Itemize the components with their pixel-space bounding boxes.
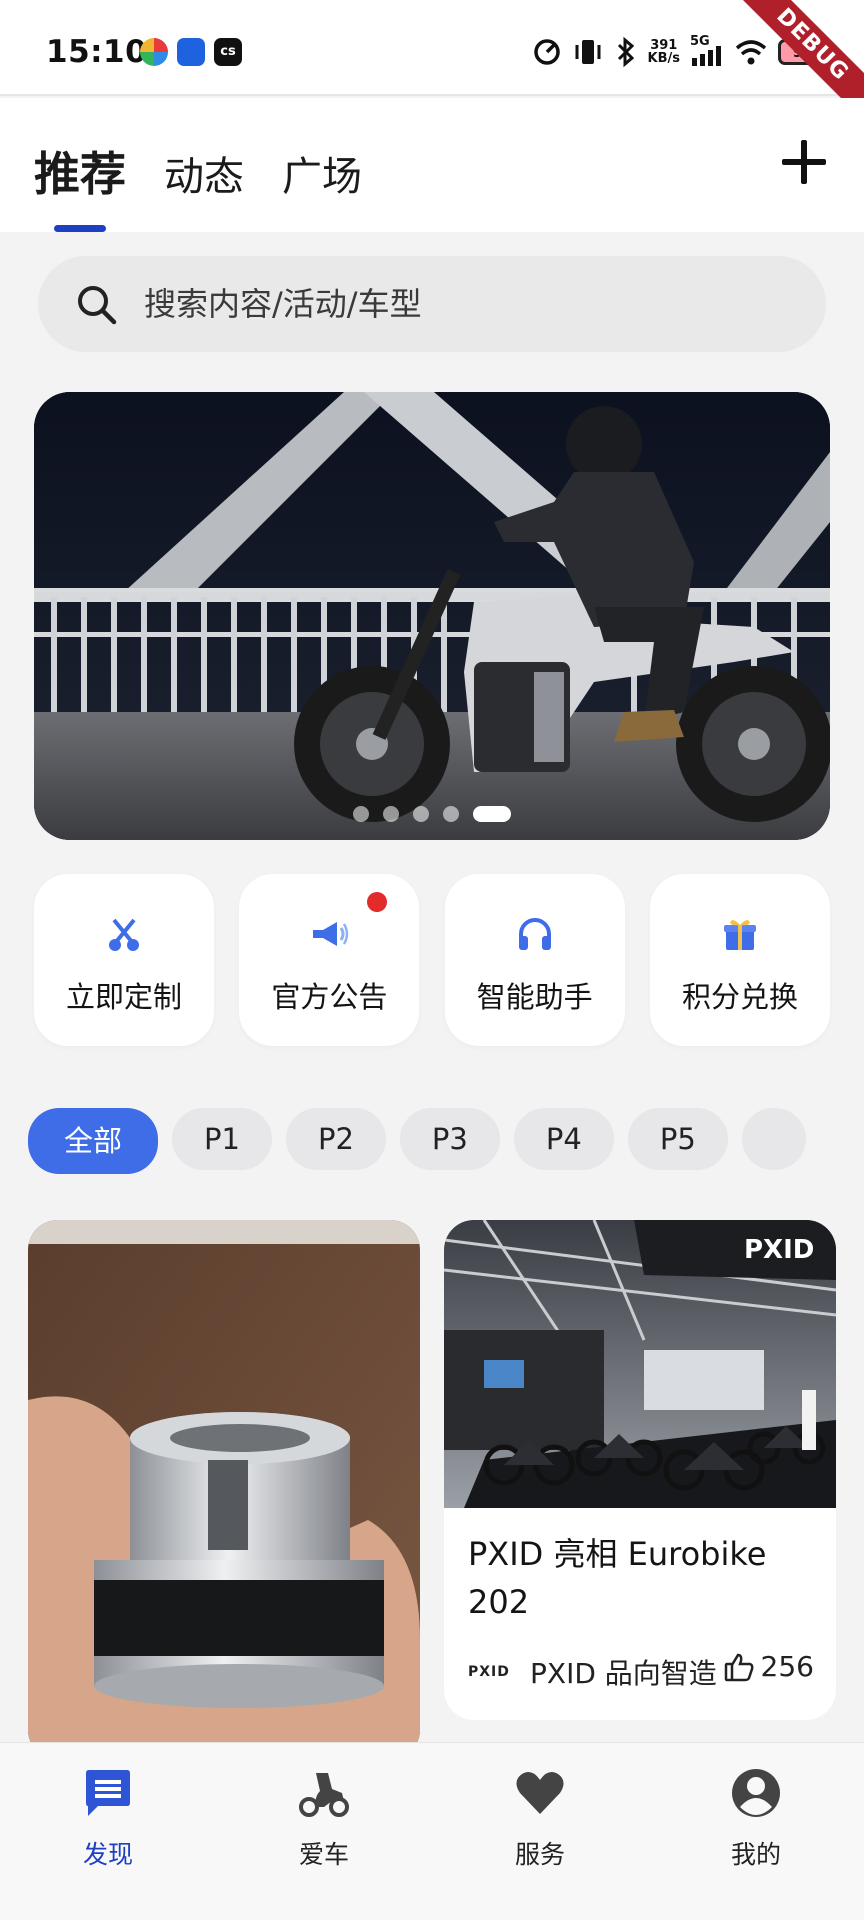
assistant-button[interactable]: 智能助手 [444,874,625,1046]
discover-icon [86,1770,130,1816]
assistant-label: 智能助手 [476,980,593,1014]
author-logo: PXID [468,1664,510,1680]
chip-more[interactable] [741,1108,806,1170]
tab-recommend[interactable]: 推荐 [34,138,126,232]
feed-card[interactable]: PXID PXID 亮相 Eurobike 202 PXID PXID 品向智造… [444,1220,836,1720]
banner-dot[interactable] [413,806,429,822]
top-header: 推荐 动态 广场 [0,98,864,232]
announcement-label: 官方公告 [271,980,388,1014]
scooter-icon [299,1773,349,1817]
gift-icon [723,919,756,950]
nav-my-vehicle[interactable]: 爱车 [216,1743,432,1920]
filter-chips: 全部 P1 P2 P3 P4 P5 [28,1108,836,1174]
tab-square[interactable]: 广场 [282,144,362,202]
customize-label: 立即定制 [65,980,182,1014]
customize-button[interactable]: 立即定制 [34,874,214,1046]
points-redeem-label: 积分兑换 [681,980,798,1014]
status-app-icons: cs [140,38,242,66]
notification-badge [367,892,388,912]
chip-p4[interactable]: P4 [513,1108,614,1170]
bluetooth-icon [617,36,634,68]
points-redeem-button[interactable]: 积分兑换 [649,874,830,1046]
speedometer-icon [533,39,560,65]
svg-text:PXID: PXID [744,1235,814,1265]
status-bar: 15:10 cs 391 KB/s 5G 95 DEBUG [0,0,864,135]
nav-profile-label: 我的 [730,1840,781,1869]
feed-card-author[interactable]: PXID PXID 品向智造 [468,1652,717,1692]
search-input[interactable] [144,256,784,352]
nav-service-label: 服务 [514,1840,565,1869]
chip-p5[interactable]: P5 [627,1108,728,1170]
search-bar[interactable] [38,256,826,352]
thumbs-up-icon [724,1653,754,1681]
signal-icon: 5G [690,34,724,68]
quick-actions: 立即定制 官方公告 智能助手 积分兑换 [34,874,830,1046]
tab-active-indicator [54,225,106,232]
app-notification-icon: cs [214,38,242,66]
chip-p3[interactable]: P3 [399,1108,500,1170]
profile-icon [732,1769,780,1817]
banner-pagination [34,806,830,822]
announcement-button[interactable]: 官方公告 [239,874,420,1046]
nav-discover[interactable]: 发现 [0,1743,216,1920]
like-button[interactable]: 256 [723,1650,814,1683]
feed-card-title: PXID 亮相 Eurobike 202 [468,1535,767,1621]
headphones-icon [518,918,551,950]
banner-dot[interactable] [443,806,459,822]
chip-p1[interactable]: P1 [172,1108,272,1170]
signal-label: 5G [690,34,710,49]
net-speed: 391 KB/s [647,38,680,66]
top-tabs: 推荐 动态 广场 [34,138,362,232]
banner-dot[interactable] [353,806,369,822]
nav-profile[interactable]: 我的 [648,1743,864,1920]
scissors-icon [109,918,139,951]
promo-banner[interactable] [34,392,830,840]
app-notification-icon [140,38,168,66]
feed-image [28,1220,420,1760]
banner-dot-active[interactable] [473,806,511,822]
nav-my-vehicle-label: 爱车 [298,1840,349,1869]
banner-dot[interactable] [383,806,399,822]
motorcycle-banner-image [34,392,830,840]
vibrate-icon [575,40,601,64]
nav-discover-label: 发现 [82,1840,133,1869]
add-button[interactable] [782,140,826,184]
feed-image: PXID [444,1220,836,1508]
like-count: 256 [760,1650,814,1683]
author-name: PXID 品向智造 [530,1657,717,1690]
status-time: 15:10 [46,34,148,70]
nav-service[interactable]: 服务 [432,1743,648,1920]
app-notification-icon [177,38,205,66]
feed-card[interactable] [28,1220,420,1760]
chip-p2[interactable]: P2 [285,1108,386,1170]
bottom-navigation: 发现 爱车 服务 我的 [0,1742,864,1920]
search-icon [78,286,117,325]
chip-all[interactable]: 全部 [28,1108,159,1174]
heart-icon [516,1772,564,1814]
wifi-icon [735,40,767,65]
megaphone-icon [313,922,349,946]
tab-dynamics[interactable]: 动态 [164,144,244,202]
